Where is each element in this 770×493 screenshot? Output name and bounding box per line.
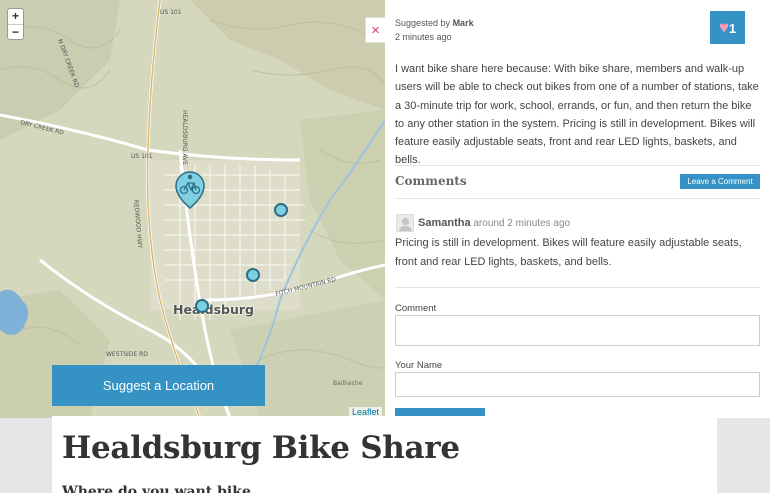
divider: [395, 165, 760, 166]
zoom-in-button[interactable]: +: [8, 9, 23, 24]
leaflet-attribution-link[interactable]: Leaflet: [348, 407, 382, 417]
suggestion-detail-panel: Suggested by Mark 2 minutes ago ♥1 I wan…: [385, 0, 770, 418]
comment-textarea[interactable]: [395, 315, 760, 346]
name-input[interactable]: [395, 372, 760, 397]
page-title: Healdsburg Bike Share: [62, 430, 460, 466]
close-panel-button[interactable]: ×: [365, 17, 385, 43]
suggestion-description: I want bike share here because: With bik…: [395, 63, 759, 167]
divider: [395, 287, 760, 288]
location-marker[interactable]: [246, 268, 260, 282]
comments-heading: Comments: [395, 174, 467, 188]
page-subtitle: Where do you want bike: [62, 484, 251, 493]
suggest-location-button[interactable]: Suggest a Location: [52, 365, 265, 406]
map-markers: [175, 171, 288, 313]
divider: [395, 198, 760, 199]
comment-time: around 2 minutes ago: [473, 218, 571, 229]
leave-comment-button[interactable]: Leave a Comment: [680, 174, 760, 189]
heart-icon: ♥: [718, 18, 729, 37]
map[interactable]: US 101 DRY CREEK RD N DRY CREEK RD HEALD…: [0, 0, 385, 418]
comment-meta: Samantha around 2 minutes ago: [418, 217, 570, 229]
name-field-label: Your Name: [395, 360, 443, 371]
location-marker[interactable]: [274, 203, 288, 217]
suggestion-time: 2 minutes ago: [395, 32, 452, 42]
suggestion-meta: Suggested by Mark 2 minutes ago: [395, 18, 474, 42]
like-count: 1: [728, 21, 737, 36]
page-header-card: Healdsburg Bike Share Where do you want …: [52, 416, 717, 493]
avatar: [396, 214, 414, 232]
zoom-control: + −: [7, 8, 24, 40]
location-marker[interactable]: [195, 299, 209, 313]
comment-text: Pricing is still in development. Bikes w…: [395, 237, 742, 268]
zoom-out-button[interactable]: −: [8, 24, 23, 39]
comment-field-label: Comment: [395, 303, 437, 314]
like-button[interactable]: ♥1: [710, 11, 745, 44]
suggestion-author: Mark: [452, 18, 474, 28]
selected-location-marker[interactable]: [175, 171, 205, 209]
comment-author: Samantha: [418, 217, 471, 229]
